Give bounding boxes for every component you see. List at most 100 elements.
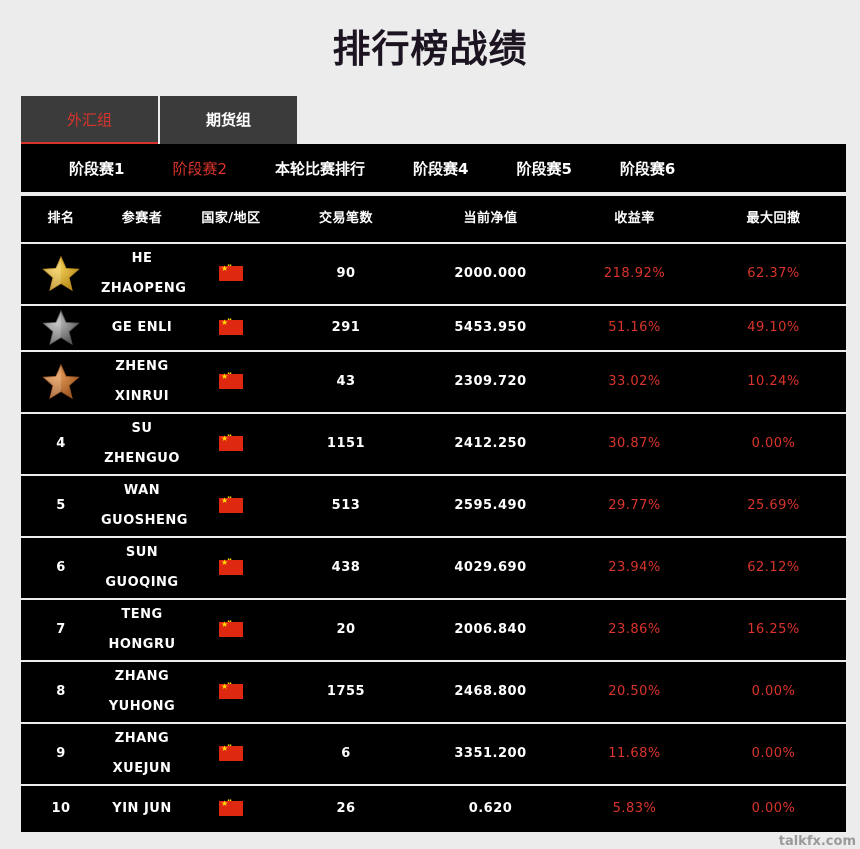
trade-count: 26	[336, 801, 356, 816]
participant-name-line: XINRUI	[114, 389, 170, 404]
china-flag-icon	[219, 368, 243, 389]
participant-name-line: GUOSHENG	[101, 513, 188, 528]
watermark: talkfx.com	[778, 834, 856, 849]
participant-name: TENG HONGRU	[101, 600, 183, 660]
china-flag-icon	[219, 740, 243, 761]
net-value: 2468.800	[454, 684, 527, 699]
tab-stage-1[interactable]: 阶段赛1	[69, 158, 124, 179]
china-flag-icon	[219, 492, 243, 513]
country-cell	[183, 794, 279, 824]
trade-count: 20	[336, 622, 356, 637]
net-value: 2412.250	[454, 436, 527, 451]
trade-count: 1755	[326, 684, 366, 699]
china-flag-icon	[219, 616, 243, 637]
participant-name-line: TENG	[121, 607, 163, 622]
participant-name-line: GUOQING	[105, 575, 179, 590]
group-tabs: 外汇组 期货组	[21, 96, 299, 144]
table-row: 7 TENG HONGRU 20 2006.840 23.86% 16.25%	[21, 600, 846, 662]
table-body: HE ZHAOPENG 90 2000.000 218.92% 62.37% GE ENLI…	[21, 244, 846, 834]
net-value: 2595.490	[454, 498, 527, 513]
rank-number: 8	[56, 684, 66, 699]
trade-count: 513	[331, 498, 361, 513]
header-country: 国家/地区	[201, 211, 261, 226]
trade-count: 43	[336, 374, 356, 389]
max-drawdown: 16.25%	[747, 622, 800, 637]
table-row: 9 ZHANG XUEJUN 6 3351.200 11.68% 0.00%	[21, 724, 846, 786]
tab-stage-6[interactable]: 阶段赛6	[620, 158, 675, 179]
participant-name-line: WAN	[123, 483, 161, 498]
participant-name-line: HONGRU	[108, 637, 176, 652]
country-cell	[183, 491, 279, 521]
participant-name-line: XUEJUN	[112, 761, 172, 776]
return-rate: 23.86%	[608, 622, 661, 637]
net-value: 5453.950	[454, 320, 527, 335]
participant-name-line: GE ENLI	[111, 320, 173, 335]
tab-futures-group[interactable]: 期货组	[160, 96, 297, 144]
tab-current-round-ranking[interactable]: 本轮比赛排行	[275, 158, 365, 179]
net-value: 4029.690	[454, 560, 527, 575]
return-rate: 218.92%	[603, 266, 666, 281]
participant-name: HE ZHAOPENG	[101, 244, 187, 304]
max-drawdown: 0.00%	[751, 684, 796, 699]
country-cell	[183, 677, 279, 707]
participant-name: SUN GUOQING	[101, 538, 183, 598]
net-value: 3351.200	[454, 746, 527, 761]
participant-name-line: YIN JUN	[112, 801, 172, 816]
header-trades: 交易笔数	[318, 211, 373, 226]
china-flag-icon	[219, 554, 243, 575]
trade-count: 1151	[326, 436, 366, 451]
silver-star-icon	[21, 309, 101, 347]
net-value: 2309.720	[454, 374, 527, 389]
rank-number: 9	[56, 746, 66, 761]
participant-name: GE ENLI	[101, 313, 183, 343]
max-drawdown: 0.00%	[751, 746, 796, 761]
country-cell	[183, 259, 279, 289]
tab-stage-2[interactable]: 阶段赛2	[172, 158, 227, 179]
stage-tabs: 阶段赛1 阶段赛2 本轮比赛排行 阶段赛4 阶段赛5 阶段赛6	[21, 144, 846, 192]
return-rate: 30.87%	[608, 436, 661, 451]
participant-name-line: ZHAOPENG	[101, 281, 187, 296]
country-cell	[183, 313, 279, 343]
header-drawdown: 最大回撤	[746, 211, 801, 226]
return-rate: 33.02%	[608, 374, 661, 389]
participant-name: ZHANG YUHONG	[101, 662, 183, 722]
header-nav: 当前净值	[463, 211, 518, 226]
china-flag-icon	[219, 678, 243, 699]
china-flag-icon	[219, 314, 243, 335]
table-row: 8 ZHANG YUHONG 1755 2468.800 20.50% 0.00%	[21, 662, 846, 724]
return-rate: 11.68%	[608, 746, 661, 761]
trade-count: 291	[331, 320, 361, 335]
participant-name: ZHANG XUEJUN	[101, 724, 183, 784]
tab-stage-4[interactable]: 阶段赛4	[413, 158, 468, 179]
participant-name-line: SUN	[125, 545, 159, 560]
participant-name-line: ZHANG	[114, 669, 170, 684]
trade-count: 6	[341, 746, 351, 761]
rank-number: 5	[56, 498, 66, 513]
return-rate: 29.77%	[608, 498, 661, 513]
table-row: GE ENLI 291 5453.950 51.16% 49.10%	[21, 306, 846, 352]
china-flag-icon	[219, 260, 243, 281]
rank-number: 6	[56, 560, 66, 575]
trade-count: 90	[336, 266, 356, 281]
participant-name-line: ZHENGUO	[104, 451, 180, 466]
table-row: 4 SU ZHENGUO 1151 2412.250 30.87% 0.00%	[21, 414, 846, 476]
net-value: 2000.000	[454, 266, 527, 281]
participant-name-line: ZHANG	[114, 731, 170, 746]
net-value: 0.620	[468, 801, 513, 816]
rank-number: 10	[51, 801, 71, 816]
participant-name-line: SU	[131, 421, 153, 436]
max-drawdown: 62.12%	[747, 560, 800, 575]
participant-name: YIN JUN	[101, 794, 183, 824]
max-drawdown: 10.24%	[747, 374, 800, 389]
table-header: 排名 参赛者 国家/地区 交易笔数 当前净值 收益率 最大回撤	[21, 196, 846, 244]
max-drawdown: 49.10%	[747, 320, 800, 335]
bronze-star-icon	[21, 363, 101, 401]
tab-stage-5[interactable]: 阶段赛5	[516, 158, 571, 179]
tab-forex-group[interactable]: 外汇组	[21, 96, 158, 144]
table-row: ZHENG XINRUI 43 2309.720 33.02% 10.24%	[21, 352, 846, 414]
rank-number: 4	[56, 436, 66, 451]
participant-name-line: HE	[131, 251, 153, 266]
header-name: 参赛者	[121, 211, 163, 226]
return-rate: 51.16%	[608, 320, 661, 335]
china-flag-icon	[219, 795, 243, 816]
